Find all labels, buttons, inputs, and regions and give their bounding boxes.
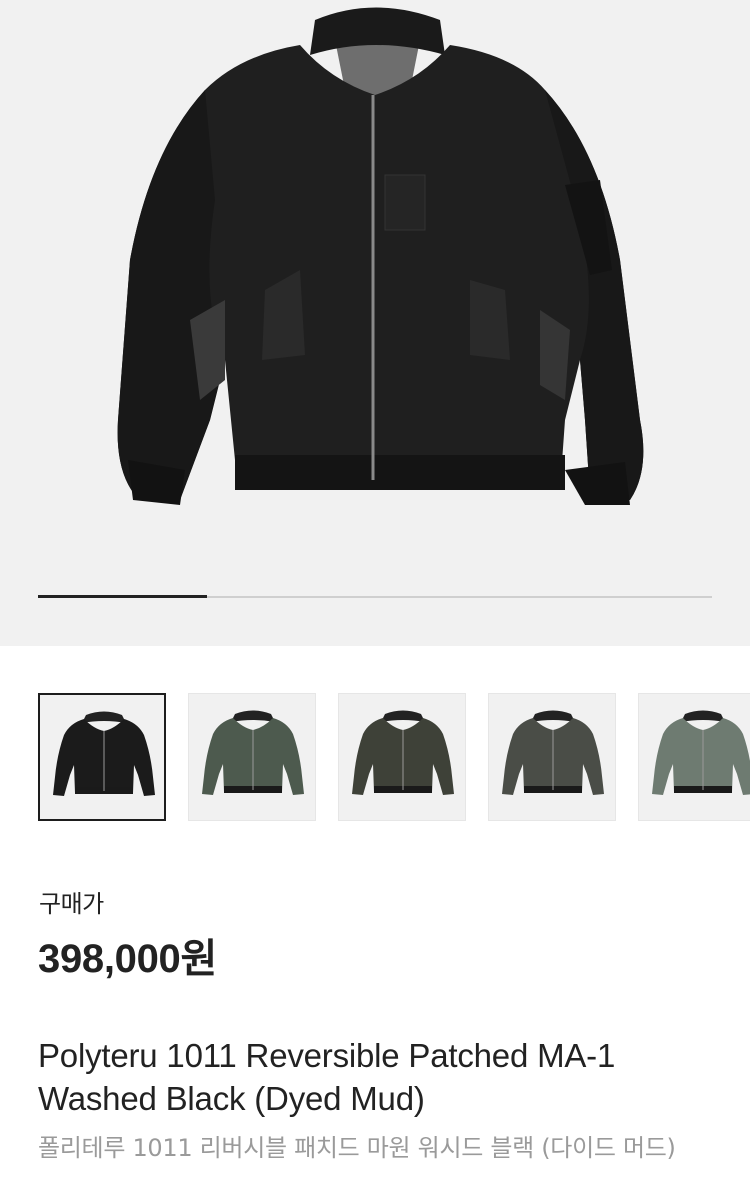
product-subtitle: 폴리테루 1011 리버시블 패치드 마원 워시드 블랙 (다이드 머드) (38, 1134, 676, 1162)
jacket-thumbnail-image (352, 710, 454, 795)
thumbnail-item[interactable] (338, 693, 466, 821)
jacket-thumbnail-image (53, 711, 155, 796)
carousel-progress-track (38, 595, 712, 598)
thumbnail-item[interactable] (638, 693, 750, 821)
price-label: 구매가 (39, 890, 104, 918)
carousel-progress-indicator (38, 595, 207, 598)
jacket-thumbnail-image (202, 710, 304, 795)
product-page: 구매가 398,000원 Polyteru 1011 Reversible Pa… (0, 0, 750, 1200)
thumbnail-item[interactable] (38, 693, 166, 821)
product-image-carousel[interactable] (0, 0, 750, 646)
jacket-thumbnail-image (652, 710, 750, 795)
thumbnail-strip[interactable] (0, 693, 750, 825)
thumbnail-item[interactable] (488, 693, 616, 821)
product-title: Polyteru 1011 Reversible Patched MA-1 Wa… (38, 1037, 616, 1117)
jacket-thumbnail-image (502, 710, 604, 795)
product-price: 398,000원 (38, 937, 217, 981)
thumbnail-item[interactable] (188, 693, 316, 821)
jacket-main-image (117, 7, 644, 505)
